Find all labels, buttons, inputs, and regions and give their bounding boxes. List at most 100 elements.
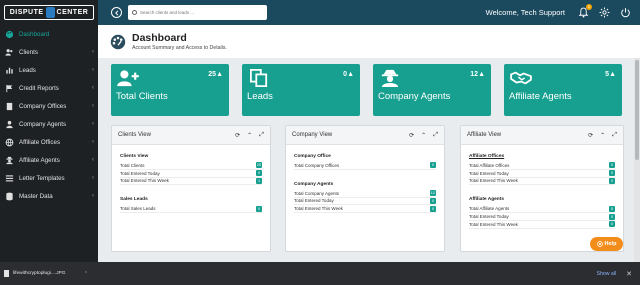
refresh-icon[interactable]: ⟳ <box>409 132 414 139</box>
row-label: Total Entered Today <box>469 214 509 220</box>
row-label: Total Affiliate Agents <box>469 206 510 212</box>
sidebar-item-clients[interactable]: Clients ‹ <box>0 43 98 61</box>
sidebar-item-company-agents[interactable]: Company Agents ‹ <box>0 115 98 133</box>
stat-row[interactable]: Total Affiliate Offices 0 <box>469 162 615 170</box>
row-count-badge: 0 <box>609 170 615 177</box>
notifications-button[interactable]: 0 <box>577 3 592 19</box>
close-icon[interactable]: ✕ <box>626 270 632 278</box>
user-secret-icon <box>6 156 13 164</box>
search-input[interactable] <box>140 10 260 15</box>
search-box[interactable] <box>128 5 267 20</box>
stat-count: 0▲ <box>343 71 354 78</box>
stat-card-leads[interactable]: 0▲ Leads <box>242 64 360 116</box>
show-all-link[interactable]: Show all <box>597 271 617 277</box>
panel-header: Affiliate View ⟳ ⌃ ⤢ <box>461 126 623 145</box>
sidebar-item-label: Leads <box>19 66 36 74</box>
help-button[interactable]: Help <box>590 237 623 251</box>
chevron-up-icon[interactable]: ⌃ <box>84 271 88 277</box>
sidebar-item-dashboard[interactable]: Dashboard <box>0 25 98 43</box>
panel-tools: ⟳ ⌃ ⤢ <box>235 132 264 139</box>
refresh-icon[interactable]: ⟳ <box>235 132 240 139</box>
stat-card-affiliate-agents[interactable]: 5▲ Affiliate Agents <box>504 64 622 116</box>
welcome-text: Welcome, Tech Support <box>485 8 565 17</box>
stat-row[interactable]: Total Entered Today 0 <box>469 213 615 221</box>
top-bar: Welcome, Tech Support 0 <box>98 0 640 25</box>
section-heading[interactable]: Affiliate Offices <box>469 154 615 159</box>
stat-row[interactable]: Total Entered This Week 1 <box>120 177 262 186</box>
stat-label: Company Agents <box>378 91 451 102</box>
sidebar-item-credit-reports[interactable]: Credit Reports ‹ <box>0 79 98 97</box>
expand-icon[interactable]: ⤢ <box>259 132 264 139</box>
sidebar-item-label: Company Agents <box>19 120 67 128</box>
expand-icon[interactable]: ⤢ <box>612 132 617 139</box>
row-count-badge: 0 <box>430 197 436 204</box>
section-heading: Sales Leads <box>120 197 148 203</box>
stat-card-total-clients[interactable]: 25▲ Total Clients <box>111 64 229 116</box>
row-count-badge: 5 <box>609 205 615 212</box>
stat-row[interactable]: Total Sales Leads 0 <box>120 205 262 214</box>
scrollbar-thumb[interactable] <box>635 60 639 160</box>
expand-icon[interactable]: ⤢ <box>433 132 438 139</box>
sidebar-item-letter-templates[interactable]: Letter Templates ‹ <box>0 169 98 187</box>
stat-label: Total Clients <box>116 91 168 102</box>
list-icon <box>5 174 14 181</box>
row-label: Total Sales Leads <box>120 206 156 212</box>
panel-tools: ⟳ ⌃ ⤢ <box>588 132 617 139</box>
stat-row[interactable]: Total Company Offices 0 <box>294 162 436 170</box>
clients-view-panel: Clients View ⟳ ⌃ ⤢ Clients View Total Clients… <box>111 125 271 252</box>
stat-card-company-agents[interactable]: 12▲ Company Agents <box>373 64 491 116</box>
sidebar-item-master-data[interactable]: Master Data ‹ <box>0 187 98 205</box>
stat-row[interactable]: Total Entered This Week 0 <box>469 177 615 186</box>
stat-row[interactable]: Total Clients 25 <box>120 162 262 170</box>
chevron-left-icon: ‹ <box>92 139 94 145</box>
logo[interactable]: DISPUTE CENTER <box>0 0 98 25</box>
gear-icon <box>599 7 609 18</box>
users-icon <box>5 48 13 56</box>
stat-row[interactable]: Total Entered Today 0 <box>469 170 615 178</box>
panel-title: Company View <box>292 132 333 138</box>
logo-box: DISPUTE CENTER <box>4 5 94 20</box>
sidebar-item-label: Clients <box>19 48 38 56</box>
stat-row[interactable]: Total Affiliate Agents 5 <box>469 205 615 214</box>
flag-icon <box>6 84 13 92</box>
collapse-icon[interactable]: ⌃ <box>247 132 252 139</box>
sidebar-item-affiliate-agents[interactable]: Affiliate Agents ‹ <box>0 151 98 169</box>
logout-button[interactable] <box>619 7 631 19</box>
stat-row[interactable]: Total Entered This Week 0 <box>294 205 436 214</box>
stat-row[interactable]: Total Entered Today 0 <box>120 170 262 178</box>
row-count-badge: 0 <box>256 205 262 212</box>
back-button[interactable] <box>111 7 122 18</box>
dashboard-icon <box>110 34 126 49</box>
stat-count: 5▲ <box>605 71 616 78</box>
stat-label: Leads <box>247 91 273 102</box>
panel-title: Clients View <box>118 132 151 138</box>
refresh-icon[interactable]: ⟳ <box>588 132 593 139</box>
section-heading: Company Office <box>294 154 331 159</box>
stat-row[interactable]: Total Company Agents 12 <box>294 190 436 198</box>
sidebar-item-label: Master Data <box>19 192 53 200</box>
page-scrollbar[interactable] <box>634 58 640 262</box>
sidebar-item-leads[interactable]: Leads ‹ <box>0 61 98 79</box>
row-label: Total Entered This Week <box>120 178 169 184</box>
collapse-icon[interactable]: ⌃ <box>600 132 605 139</box>
sidebar-item-label: Affiliate Offices <box>19 138 61 146</box>
settings-button[interactable] <box>598 7 610 19</box>
row-label: Total Company Offices <box>294 162 340 168</box>
chevron-left-icon: ‹ <box>92 175 94 181</box>
row-count-badge: 25 <box>255 162 262 169</box>
page-header: Dashboard Account Summary and Access to … <box>98 25 640 58</box>
help-label: Help <box>604 241 617 247</box>
help-icon <box>596 241 603 247</box>
building-icon <box>6 102 13 110</box>
sidebar-nav: Dashboard Clients ‹ Leads ‹ Credit Reports ‹ Co… <box>0 25 98 205</box>
chevron-left-icon: ‹ <box>92 85 94 91</box>
section-heading: Clients View <box>120 154 149 159</box>
back-icon <box>114 10 118 15</box>
row-count-badge: 1 <box>256 177 262 184</box>
sidebar-item-affiliate-offices[interactable]: Affiliate Offices ‹ <box>0 133 98 151</box>
sidebar-item-company-offices[interactable]: Company Offices ‹ <box>0 97 98 115</box>
stat-row[interactable]: Total Entered This Week 0 <box>469 221 615 229</box>
stat-row[interactable]: Total Entered Today 0 <box>294 197 436 206</box>
collapse-icon[interactable]: ⌃ <box>421 132 426 139</box>
download-item[interactable]: lifewithcryptoplugi....JPG ⌃ <box>4 266 88 281</box>
